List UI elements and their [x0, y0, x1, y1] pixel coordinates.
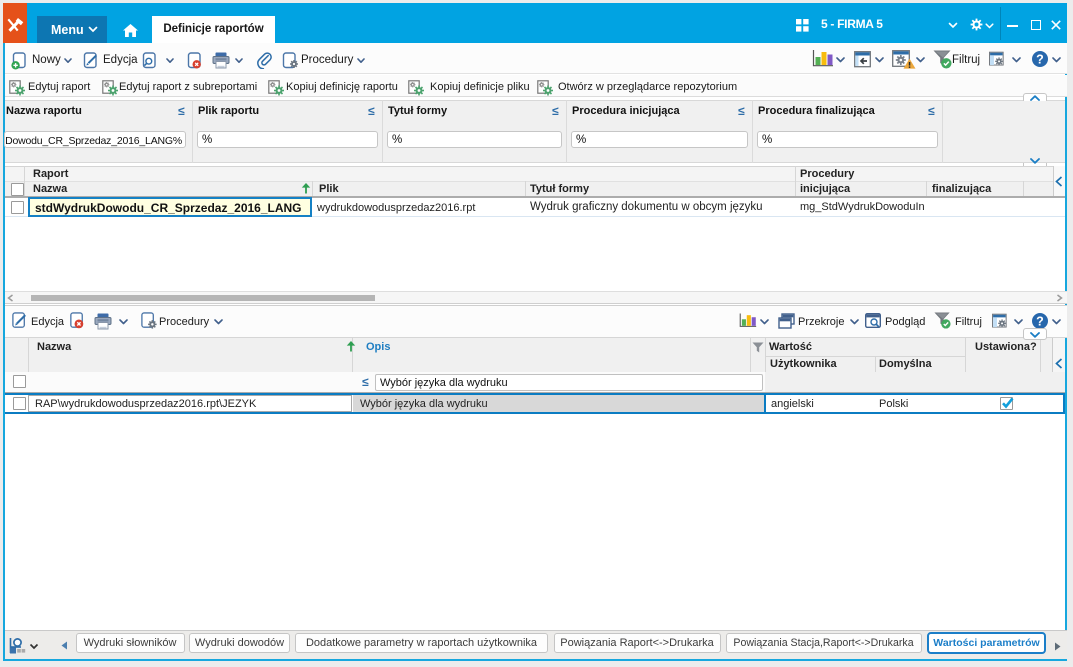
- svg-text:?: ?: [1036, 52, 1044, 66]
- svg-text:?: ?: [1036, 314, 1044, 328]
